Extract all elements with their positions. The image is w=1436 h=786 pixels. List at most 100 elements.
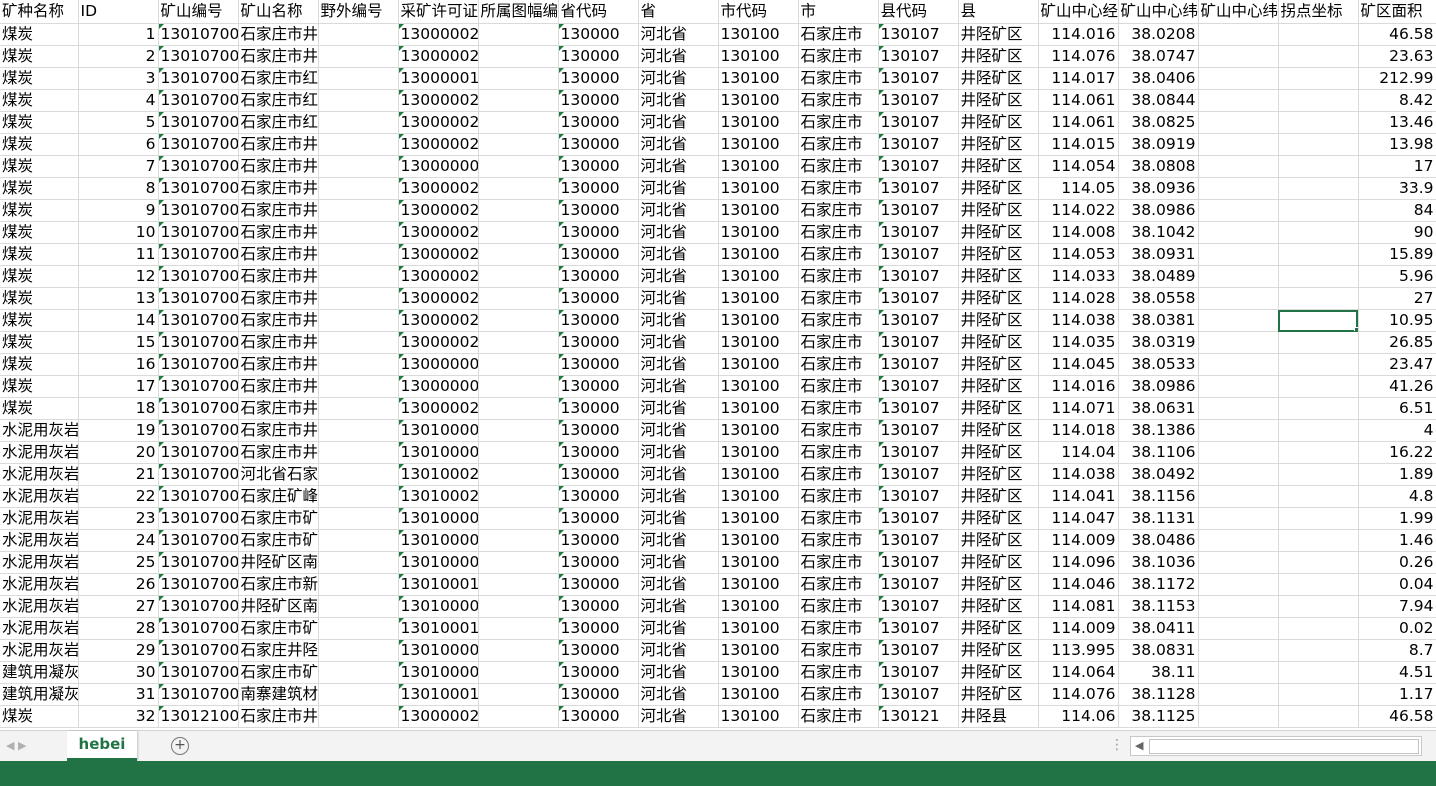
table-cell[interactable]: 石家庄市: [798, 529, 879, 552]
table-cell[interactable]: [478, 595, 559, 618]
table-cell[interactable]: 石家庄市: [798, 287, 879, 310]
table-cell[interactable]: [318, 353, 399, 376]
table-cell[interactable]: [1198, 199, 1279, 222]
table-cell[interactable]: [318, 639, 399, 662]
table-cell[interactable]: [1278, 133, 1359, 156]
table-cell[interactable]: 130000: [558, 23, 639, 46]
table-cell[interactable]: 130000: [558, 45, 639, 68]
table-cell[interactable]: 38.1036: [1118, 551, 1199, 574]
table-cell[interactable]: 26: [78, 573, 159, 596]
table-cell[interactable]: 1301000040050: [398, 639, 479, 662]
table-cell[interactable]: 1301000040055: [398, 661, 479, 684]
table-cell[interactable]: [318, 309, 399, 332]
table-cell[interactable]: 38.0492: [1118, 463, 1199, 486]
table-cell[interactable]: [1198, 705, 1279, 728]
table-cell[interactable]: 130107: [878, 309, 959, 332]
table-cell[interactable]: 130000: [558, 111, 639, 134]
table-cell[interactable]: 130000: [558, 529, 639, 552]
table-cell[interactable]: [1198, 133, 1279, 156]
table-cell[interactable]: 130000: [558, 265, 639, 288]
table-cell[interactable]: [1278, 221, 1359, 244]
table-cell[interactable]: 38.0631: [1118, 397, 1199, 420]
table-cell[interactable]: 130000: [558, 243, 639, 266]
table-cell[interactable]: 130100: [718, 133, 799, 156]
table-cell[interactable]: 井陉矿区南集第二采: [238, 551, 319, 574]
table-cell[interactable]: [1198, 397, 1279, 420]
table-cell[interactable]: 22: [78, 485, 159, 508]
table-cell[interactable]: 1300000220053: [398, 111, 479, 134]
table-cell[interactable]: 1301000140003: [398, 617, 479, 640]
table-cell[interactable]: 130107000: [158, 507, 239, 530]
table-cell[interactable]: 130107000: [158, 45, 239, 68]
table-cell[interactable]: 1.17: [1358, 683, 1436, 706]
table-cell[interactable]: [1278, 331, 1359, 354]
table-cell[interactable]: 4: [78, 89, 159, 112]
header-cell[interactable]: 矿山中心纬: [1118, 0, 1199, 24]
table-cell[interactable]: 130107: [878, 683, 959, 706]
table-cell[interactable]: 石家庄市新星化炭有: [238, 573, 319, 596]
table-cell[interactable]: [318, 507, 399, 530]
table-cell[interactable]: 130000: [558, 309, 639, 332]
header-cell[interactable]: 省代码: [558, 0, 639, 24]
table-cell[interactable]: 130107: [878, 155, 959, 178]
table-cell[interactable]: 煤炭: [0, 111, 79, 134]
header-cell[interactable]: 县: [958, 0, 1039, 24]
table-cell[interactable]: 130000: [558, 595, 639, 618]
table-cell[interactable]: [1198, 573, 1279, 596]
table-cell[interactable]: 石家庄市井陉矿区贾: [238, 199, 319, 222]
table-cell[interactable]: [1198, 45, 1279, 68]
table-cell[interactable]: 石家庄市: [798, 617, 879, 640]
table-cell[interactable]: 井陉矿区: [958, 573, 1039, 596]
table-cell[interactable]: 38.1042: [1118, 221, 1199, 244]
table-cell[interactable]: 130000: [558, 639, 639, 662]
table-cell[interactable]: 水泥用灰岩: [0, 419, 79, 442]
table-cell[interactable]: [1198, 507, 1279, 530]
table-cell[interactable]: 23: [78, 507, 159, 530]
header-cell[interactable]: ID: [78, 0, 159, 24]
table-cell[interactable]: 井陉矿区: [958, 331, 1039, 354]
table-cell[interactable]: 130107: [878, 595, 959, 618]
table-cell[interactable]: [318, 551, 399, 574]
table-cell[interactable]: 130100: [718, 111, 799, 134]
table-cell[interactable]: 38.1156: [1118, 485, 1199, 508]
table-cell[interactable]: 1301000040054: [398, 507, 479, 530]
table-cell[interactable]: 石家庄市井陉矿区北: [238, 375, 319, 398]
table-cell[interactable]: 33.9: [1358, 177, 1436, 200]
table-cell[interactable]: 130107: [878, 617, 959, 640]
table-cell[interactable]: 114.041: [1038, 485, 1119, 508]
table-cell[interactable]: 13.98: [1358, 133, 1436, 156]
table-cell[interactable]: 石家庄市: [798, 199, 879, 222]
table-cell[interactable]: 130000: [558, 155, 639, 178]
table-cell[interactable]: [1198, 353, 1279, 376]
table-cell[interactable]: 10: [78, 221, 159, 244]
table-cell[interactable]: 114.008: [1038, 221, 1119, 244]
table-cell[interactable]: 石家庄市: [798, 595, 879, 618]
table-cell[interactable]: 114.061: [1038, 111, 1119, 134]
table-cell[interactable]: [1278, 485, 1359, 508]
table-cell[interactable]: [1278, 243, 1359, 266]
table-cell[interactable]: 46.58: [1358, 705, 1436, 728]
table-cell[interactable]: [1198, 463, 1279, 486]
table-cell[interactable]: 130000: [558, 353, 639, 376]
table-cell[interactable]: 38.0808: [1118, 155, 1199, 178]
table-cell[interactable]: 114.015: [1038, 133, 1119, 156]
table-cell[interactable]: 水泥用灰岩: [0, 639, 79, 662]
table-cell[interactable]: 石家庄市: [798, 111, 879, 134]
table-cell[interactable]: 130107000: [158, 177, 239, 200]
table-cell[interactable]: [1278, 23, 1359, 46]
table-cell[interactable]: 河北省: [638, 309, 719, 332]
table-cell[interactable]: 38.0936: [1118, 177, 1199, 200]
table-cell[interactable]: 19: [78, 419, 159, 442]
table-cell[interactable]: 石家庄市井陉矿区古: [238, 45, 319, 68]
table-cell[interactable]: [478, 683, 559, 706]
table-cell[interactable]: 井陉矿区: [958, 67, 1039, 90]
table-cell[interactable]: [478, 287, 559, 310]
table-cell[interactable]: 130100: [718, 485, 799, 508]
table-cell[interactable]: 石家庄市: [798, 485, 879, 508]
table-cell[interactable]: 38.0747: [1118, 45, 1199, 68]
table-cell[interactable]: 1301000040049: [398, 441, 479, 464]
table-cell[interactable]: 212.99: [1358, 67, 1436, 90]
table-cell[interactable]: 114.035: [1038, 331, 1119, 354]
table-cell[interactable]: 煤炭: [0, 397, 79, 420]
table-cell[interactable]: 石家庄市: [798, 155, 879, 178]
